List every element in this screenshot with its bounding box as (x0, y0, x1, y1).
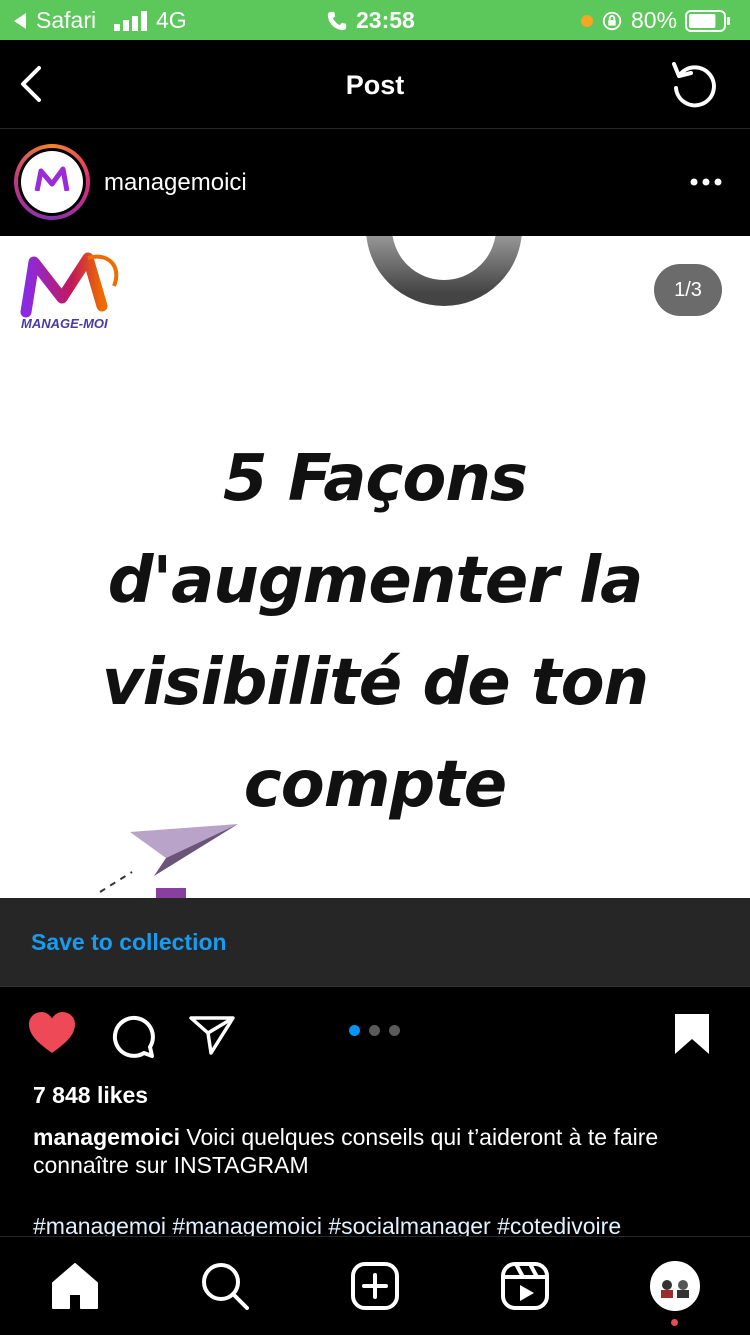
save-to-collection-bar: Save to collection (0, 898, 750, 987)
heart-filled-icon (29, 1012, 75, 1053)
signal-indicator: 4G (114, 7, 187, 34)
refresh-button[interactable] (668, 58, 720, 110)
carousel-dot (389, 1025, 400, 1036)
back-to-app[interactable]: Safari (12, 7, 96, 34)
image-headline: 5 Façons d'augmenter la visibilité de to… (0, 428, 750, 836)
caption-username[interactable]: managemoici (33, 1124, 180, 1150)
carousel-counter: 1/3 (654, 264, 722, 316)
headline-line-2: d'augmenter la (107, 544, 644, 618)
send-icon (189, 1016, 235, 1055)
comment-button[interactable] (108, 1011, 156, 1059)
brand-logo: MANAGE-MOI (18, 246, 128, 356)
headline-line-1: 5 Façons (223, 442, 528, 516)
back-arrow-icon (14, 12, 26, 29)
notification-dot (671, 1319, 678, 1326)
tab-new-post[interactable] (350, 1261, 400, 1311)
carousel-dot (349, 1025, 360, 1036)
post-image[interactable]: MANAGE-MOI 1/3 5 Façons d'augmenter la v… (0, 236, 750, 898)
tab-reels[interactable] (500, 1261, 550, 1311)
carousel-dot (369, 1025, 380, 1036)
tab-bar (0, 1236, 750, 1335)
save-to-collection-link[interactable]: Save to collection (31, 929, 227, 956)
back-app-label: Safari (36, 7, 97, 33)
post-username[interactable]: managemoici (104, 169, 247, 197)
comment-icon (112, 1015, 155, 1058)
caption: managemoici Voici quelques conseils qui … (33, 1123, 723, 1179)
like-button[interactable] (28, 1011, 76, 1055)
battery-icon (685, 9, 731, 32)
clock: 23:58 (326, 7, 415, 34)
search-icon (202, 1263, 249, 1310)
battery-fill (689, 13, 716, 28)
privacy-dot-icon (581, 14, 593, 27)
post-header: managemoici (0, 129, 750, 236)
battery-percent: 80% (631, 7, 678, 33)
bookmark-button[interactable] (672, 1013, 712, 1055)
brand-logo-icon (20, 252, 119, 318)
tab-search[interactable] (200, 1261, 250, 1311)
more-options-button[interactable] (686, 169, 726, 195)
share-button[interactable] (188, 1013, 236, 1057)
tab-home[interactable] (50, 1261, 100, 1311)
likes-count[interactable]: 7 848 likes (33, 1082, 148, 1109)
paper-plane-icon (99, 824, 238, 898)
brand-logo-text: MANAGE-MOI (21, 316, 108, 331)
tab-profile[interactable] (650, 1261, 700, 1326)
status-bar: Safari 4G 23:58 80% (0, 0, 750, 40)
caption-hashtags[interactable]: #managemoi #managemoici #socialmanager #… (33, 1213, 733, 1237)
signal-bars-icon (114, 10, 147, 31)
decorative-ring-icon (366, 236, 522, 306)
avatar-logo (21, 151, 83, 213)
battery-status: 80% (581, 7, 731, 34)
reels-icon (501, 1262, 549, 1310)
profile-avatar (650, 1261, 700, 1311)
time: 23:58 (356, 7, 415, 33)
bookmark-filled-icon (675, 1014, 709, 1054)
headline-line-3: visibilité de ton (101, 646, 649, 720)
page-title: Post (345, 70, 405, 100)
post-actions (0, 987, 750, 1077)
network-type: 4G (156, 7, 187, 33)
avatar[interactable] (14, 144, 90, 220)
new-post-icon (351, 1262, 399, 1310)
orientation-lock-icon (602, 11, 622, 30)
phone-call-icon (327, 11, 347, 30)
home-icon (52, 1263, 98, 1309)
nav-bar: Post (0, 40, 750, 129)
more-horizontal-icon (690, 178, 722, 186)
refresh-icon (672, 62, 716, 108)
